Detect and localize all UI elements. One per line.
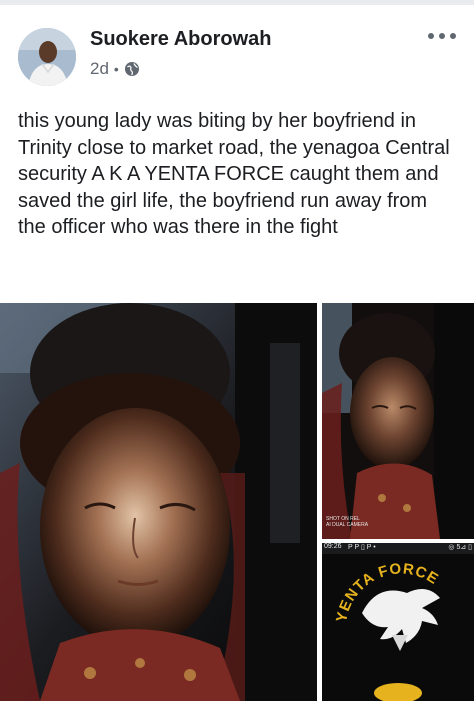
camera-watermark: SHOT ON REL AI DUAL CAMERA	[326, 516, 368, 528]
author-avatar[interactable]	[18, 28, 76, 86]
post-text: this young lady was biting by her boyfri…	[18, 110, 450, 238]
post-meta: 2d •	[90, 59, 140, 79]
dot	[428, 33, 434, 39]
dot	[450, 33, 456, 39]
post-header: Suokere Aborowah 2d •	[0, 18, 474, 88]
logo-text: YENTA FORCE	[333, 560, 442, 623]
photo-main[interactable]	[0, 303, 317, 701]
logo-text-arc: YENTA FORCE	[333, 560, 442, 623]
more-dots-icon[interactable]	[428, 30, 456, 42]
post-time[interactable]: 2d	[90, 59, 109, 79]
photo-top-right-image	[322, 303, 474, 539]
top-divider	[0, 0, 474, 5]
photo-top-right[interactable]: SHOT ON REL AI DUAL CAMERA	[322, 303, 474, 539]
photo-main-image	[0, 303, 317, 701]
meta-separator: •	[113, 61, 119, 77]
watermark-line-2: AI DUAL CAMERA	[326, 522, 369, 528]
globe-icon[interactable]	[124, 61, 140, 77]
photo-bottom-right[interactable]: 09:26 P P ▯ P • ◎ 5⊿ ▯ YENTA FORCE	[322, 543, 474, 701]
dot	[439, 33, 445, 39]
author-name[interactable]: Suokere Aborowah	[90, 28, 272, 51]
